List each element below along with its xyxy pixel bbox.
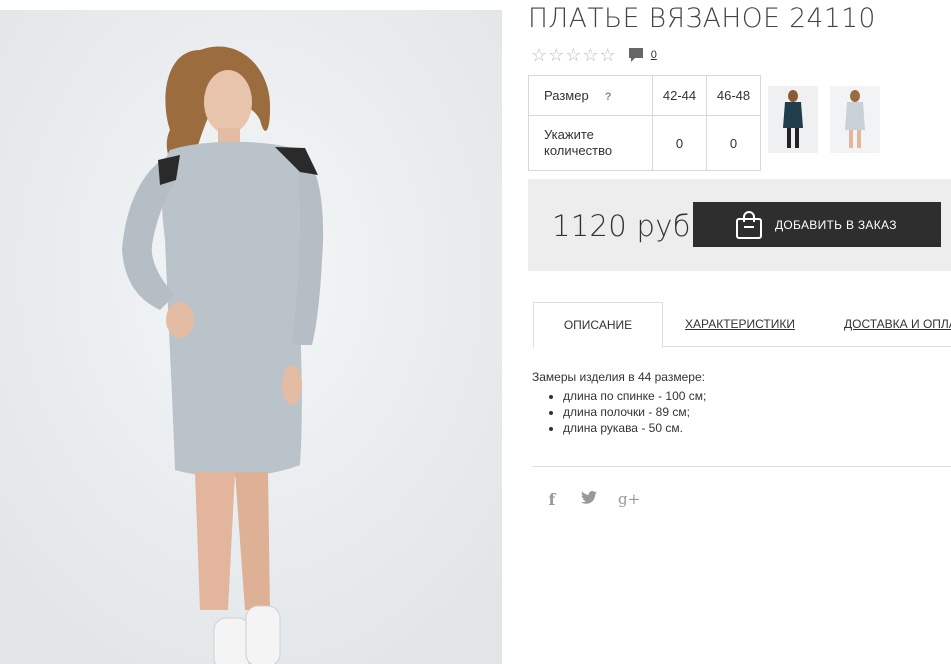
rating-row: ☆ ☆ ☆ ☆ ☆ 0 bbox=[531, 46, 657, 64]
main-product-photo[interactable] bbox=[0, 10, 502, 664]
quantity-input-42-44[interactable] bbox=[657, 134, 702, 152]
facebook-icon[interactable]: f bbox=[542, 490, 562, 510]
product-title: ПЛАТЬЕ ВЯЗАНОЕ 24110 bbox=[528, 3, 876, 34]
description-intro: Замеры изделия в 44 размере: bbox=[532, 370, 705, 384]
star-icon[interactable]: ☆ bbox=[531, 46, 547, 64]
section-divider bbox=[532, 466, 951, 467]
description-panel: Замеры изделия в 44 размере: длина по сп… bbox=[532, 370, 706, 436]
thumbnail-dark-dress[interactable] bbox=[768, 86, 818, 153]
product-price: 1120 руб bbox=[552, 209, 691, 243]
size-option: 42-44 bbox=[652, 75, 707, 116]
product-tabs: ОПИСАНИЕ ХАРАКТЕРИСТИКИ ДОСТАВКА И ОПЛАТ… bbox=[533, 302, 951, 348]
tab-delivery-payment[interactable]: ДОСТАВКА И ОПЛАТА bbox=[844, 302, 951, 347]
thumbnail-image bbox=[768, 86, 818, 153]
shopping-bag-icon bbox=[736, 210, 762, 239]
list-item: длина по спинке - 100 см; bbox=[563, 388, 706, 404]
tab-description[interactable]: ОПИСАНИЕ bbox=[533, 302, 663, 348]
twitter-icon[interactable] bbox=[579, 490, 599, 510]
star-icon[interactable]: ☆ bbox=[600, 46, 616, 64]
add-to-order-label: ДОБАВИТЬ В ЗАКАЗ bbox=[775, 217, 897, 232]
size-option: 46-48 bbox=[706, 75, 761, 116]
quantity-input-46-48[interactable] bbox=[711, 134, 756, 152]
star-icon[interactable]: ☆ bbox=[582, 46, 598, 64]
comment-count-link[interactable]: 0 bbox=[651, 49, 657, 61]
add-to-order-button[interactable]: ДОБАВИТЬ В ЗАКАЗ bbox=[693, 202, 941, 247]
star-icon[interactable]: ☆ bbox=[565, 46, 581, 64]
size-label: Размер bbox=[544, 88, 589, 103]
measurements-list: длина по спинке - 100 см; длина полочки … bbox=[532, 388, 706, 436]
model-in-dress-image bbox=[0, 10, 502, 664]
google-plus-icon[interactable]: g+ bbox=[618, 490, 640, 510]
list-item: длина полочки - 89 см; bbox=[563, 404, 706, 420]
comment-icon bbox=[628, 48, 643, 62]
quantity-label: Укажите количество bbox=[528, 115, 653, 171]
list-item: длина рукава - 50 см. bbox=[563, 420, 706, 436]
buy-box: 1120 руб ДОБАВИТЬ В ЗАКАЗ bbox=[528, 179, 951, 271]
size-help-icon[interactable]: ? bbox=[605, 91, 612, 103]
thumbnail-grey-dress[interactable] bbox=[830, 86, 880, 153]
thumbnail-image bbox=[830, 86, 880, 153]
size-quantity-table: Размер? 42-44 46-48 Укажите количество bbox=[528, 75, 761, 171]
size-label-cell: Размер? bbox=[528, 75, 653, 116]
tab-characteristics[interactable]: ХАРАКТЕРИСТИКИ bbox=[685, 302, 795, 347]
star-icon[interactable]: ☆ bbox=[548, 46, 564, 64]
